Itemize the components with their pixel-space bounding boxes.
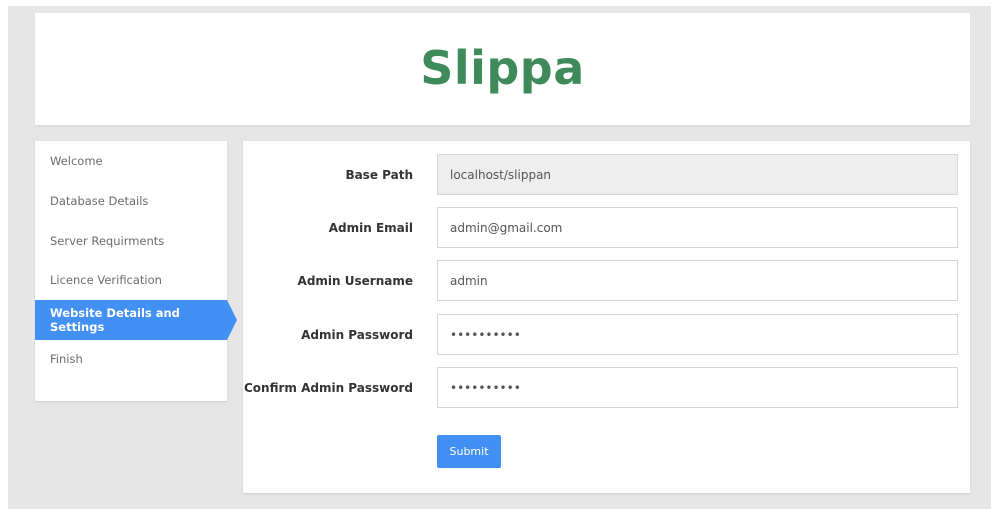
sidebar-item-licence-verification[interactable]: Licence Verification [35,260,227,300]
confirm-admin-password-row: Confirm Admin Password [243,367,970,408]
sidebar-item-database-details[interactable]: Database Details [35,181,227,221]
admin-password-input[interactable] [437,314,958,355]
brand-logo: Slippa [420,41,585,95]
admin-username-input[interactable] [437,260,958,301]
base-path-row: Base Path [243,154,970,195]
admin-email-row: Admin Email [243,207,970,248]
sidebar-item-server-requirements[interactable]: Server Requirments [35,221,227,261]
admin-username-label: Admin Username [297,273,413,288]
confirm-admin-password-input[interactable] [437,367,958,408]
sidebar-item-website-details-and-settings[interactable]: Website Details and Settings [35,300,237,340]
admin-username-row: Admin Username [243,260,970,301]
submit-button[interactable]: Submit [437,435,501,468]
sidebar-item-finish[interactable]: Finish [35,339,227,379]
sidebar-item-welcome[interactable]: Welcome [35,141,227,181]
admin-email-input[interactable] [437,207,958,248]
admin-password-row: Admin Password [243,314,970,355]
confirm-admin-password-label: Confirm Admin Password [244,380,413,395]
base-path-input[interactable] [437,154,958,195]
header: Slippa [35,13,970,125]
base-path-label: Base Path [345,167,413,182]
admin-email-label: Admin Email [328,220,413,235]
settings-form-panel: Base Path Admin Email Admin Username Adm… [243,141,970,493]
admin-password-label: Admin Password [301,327,413,342]
wizard-steps-sidebar: Welcome Database Details Server Requirme… [35,141,237,401]
